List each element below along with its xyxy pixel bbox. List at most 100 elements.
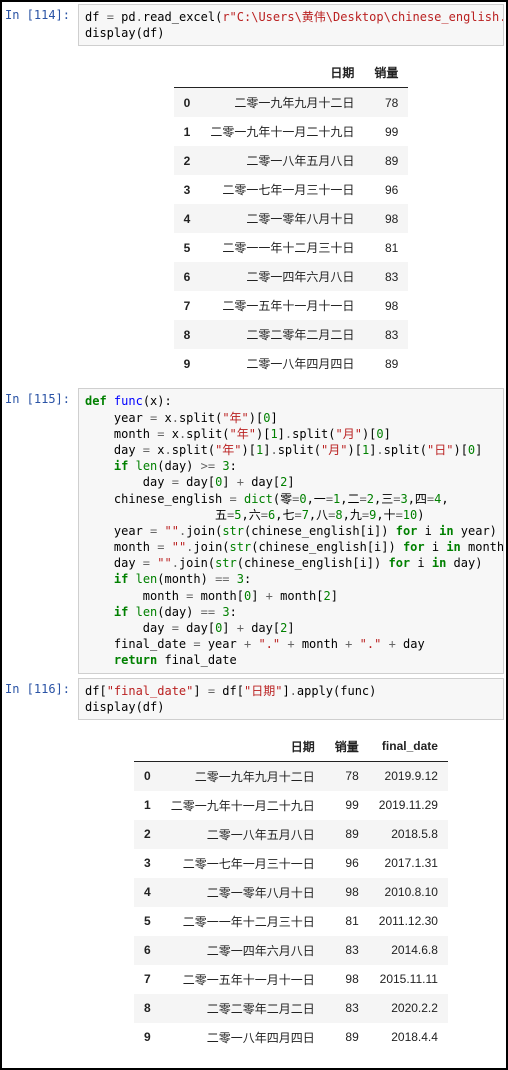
table-cell: 78 — [325, 761, 369, 791]
table-cell: 83 — [364, 262, 408, 291]
row-index: 4 — [134, 878, 161, 907]
table-cell: 二零一五年十一月十一日 — [161, 965, 325, 994]
dataframe-table: 日期销量0二零一九年九月十二日781二零一九年十一月二十九日992二零一八年五月… — [174, 58, 409, 378]
row-index: 0 — [174, 88, 201, 118]
table-cell: 83 — [325, 994, 369, 1023]
table-row: 7二零一五年十一月十一日98 — [174, 291, 409, 320]
code-input-area[interactable]: df = pd.read_excel(r"C:\Users\黄伟\Desktop… — [78, 4, 504, 46]
table-cell: 2018.5.8 — [369, 820, 448, 849]
table-cell: 二零一九年十一月二十九日 — [200, 117, 364, 146]
table-cell: 99 — [364, 117, 408, 146]
table-row: 1二零一九年十一月二十九日992019.11.29 — [134, 791, 448, 820]
table-row: 4二零一零年八月十日982010.8.10 — [134, 878, 448, 907]
input-prompt: In [114]: — [4, 4, 78, 22]
table-cell: 98 — [364, 204, 408, 233]
table-row: 3二零一七年一月三十一日96 — [174, 175, 409, 204]
row-index: 1 — [134, 791, 161, 820]
table-cell: 89 — [364, 349, 408, 378]
code-content[interactable]: df["final_date"] = df["日期"].apply(func) … — [85, 683, 497, 715]
table-row: 5二零一一年十二月三十日81 — [174, 233, 409, 262]
table-row: 3二零一七年一月三十一日962017.1.31 — [134, 849, 448, 878]
table-cell: 二零一一年十二月三十日 — [200, 233, 364, 262]
code-input-area[interactable]: df["final_date"] = df["日期"].apply(func) … — [78, 678, 504, 720]
table-cell: 二零一八年五月八日 — [161, 820, 325, 849]
code-input-area[interactable]: def func(x): year = x.split("年")[0] mont… — [78, 388, 504, 673]
code-content[interactable]: df = pd.read_excel(r"C:\Users\黄伟\Desktop… — [85, 9, 497, 41]
table-cell: 二零二零年二月二日 — [161, 994, 325, 1023]
table-cell: 98 — [364, 291, 408, 320]
row-index: 6 — [134, 936, 161, 965]
table-cell: 98 — [325, 878, 369, 907]
table-cell: 二零一八年四月四日 — [200, 349, 364, 378]
table-header-blank — [134, 732, 161, 762]
table-cell: 2011.12.30 — [369, 907, 448, 936]
table-cell: 二零一零年八月十日 — [161, 878, 325, 907]
table-row: 0二零一九年九月十二日782019.9.12 — [134, 761, 448, 791]
table-row: 7二零一五年十一月十一日982015.11.11 — [134, 965, 448, 994]
table-row: 9二零一八年四月四日89 — [174, 349, 409, 378]
table-header: 销量 — [325, 732, 369, 762]
table-row: 6二零一四年六月八日832014.6.8 — [134, 936, 448, 965]
row-index: 2 — [134, 820, 161, 849]
notebook-page: { "cells": [ { "prompt": "In [114]:", "c… — [0, 0, 508, 1070]
row-index: 5 — [134, 907, 161, 936]
table-cell: 96 — [325, 849, 369, 878]
table-row: 2二零一八年五月八日892018.5.8 — [134, 820, 448, 849]
table-cell: 二零一七年一月三十一日 — [200, 175, 364, 204]
row-index: 4 — [174, 204, 201, 233]
table-header-blank — [174, 58, 201, 88]
table-cell: 二零一四年六月八日 — [200, 262, 364, 291]
row-index: 2 — [174, 146, 201, 175]
row-index: 9 — [174, 349, 201, 378]
row-index: 9 — [134, 1023, 161, 1052]
table-cell: 二零二零年二月二日 — [200, 320, 364, 349]
row-index: 8 — [174, 320, 201, 349]
cells-root: In [114]: df = pd.read_excel(r"C:\Users\黄… — [4, 4, 504, 1062]
code-cell: In [116]: df["final_date"] = df["日期"].app… — [4, 678, 504, 720]
table-cell: 89 — [325, 1023, 369, 1052]
table-cell: 78 — [364, 88, 408, 118]
input-prompt: In [116]: — [4, 678, 78, 696]
table-cell: 83 — [325, 936, 369, 965]
table-cell: 2014.6.8 — [369, 936, 448, 965]
row-index: 3 — [134, 849, 161, 878]
input-prompt: In [115]: — [4, 388, 78, 406]
table-row: 8二零二零年二月二日83 — [174, 320, 409, 349]
table-cell: 2020.2.2 — [369, 994, 448, 1023]
table-cell: 99 — [325, 791, 369, 820]
row-index: 6 — [174, 262, 201, 291]
table-cell: 二零一八年四月四日 — [161, 1023, 325, 1052]
table-cell: 2010.8.10 — [369, 878, 448, 907]
table-cell: 2017.1.31 — [369, 849, 448, 878]
table-cell: 89 — [325, 820, 369, 849]
code-content[interactable]: def func(x): year = x.split("年")[0] mont… — [85, 393, 497, 668]
table-row: 8二零二零年二月二日832020.2.2 — [134, 994, 448, 1023]
cell-output: 日期销量0二零一九年九月十二日781二零一九年十一月二十九日992二零一八年五月… — [78, 50, 504, 388]
table-cell: 2019.9.12 — [369, 761, 448, 791]
table-header: final_date — [369, 732, 448, 762]
row-index: 5 — [174, 233, 201, 262]
table-cell: 2018.4.4 — [369, 1023, 448, 1052]
table-row: 0二零一九年九月十二日78 — [174, 88, 409, 118]
table-cell: 81 — [325, 907, 369, 936]
table-row: 5二零一一年十二月三十日812011.12.30 — [134, 907, 448, 936]
table-header: 日期 — [200, 58, 364, 88]
table-cell: 二零一五年十一月十一日 — [200, 291, 364, 320]
row-index: 1 — [174, 117, 201, 146]
cell-output: 日期销量final_date0二零一九年九月十二日782019.9.121二零一… — [78, 724, 504, 1062]
table-cell: 81 — [364, 233, 408, 262]
table-cell: 二零一八年五月八日 — [200, 146, 364, 175]
row-index: 3 — [174, 175, 201, 204]
code-cell: In [115]: def func(x): year = x.split("年"… — [4, 388, 504, 673]
table-cell: 2015.11.11 — [369, 965, 448, 994]
code-cell: In [114]: df = pd.read_excel(r"C:\Users\黄… — [4, 4, 504, 46]
dataframe-table: 日期销量final_date0二零一九年九月十二日782019.9.121二零一… — [134, 732, 448, 1052]
table-cell: 二零一四年六月八日 — [161, 936, 325, 965]
table-cell: 二零一九年九月十二日 — [200, 88, 364, 118]
row-index: 7 — [174, 291, 201, 320]
row-index: 7 — [134, 965, 161, 994]
table-cell: 二零一一年十二月三十日 — [161, 907, 325, 936]
table-row: 9二零一八年四月四日892018.4.4 — [134, 1023, 448, 1052]
row-index: 8 — [134, 994, 161, 1023]
table-cell: 98 — [325, 965, 369, 994]
